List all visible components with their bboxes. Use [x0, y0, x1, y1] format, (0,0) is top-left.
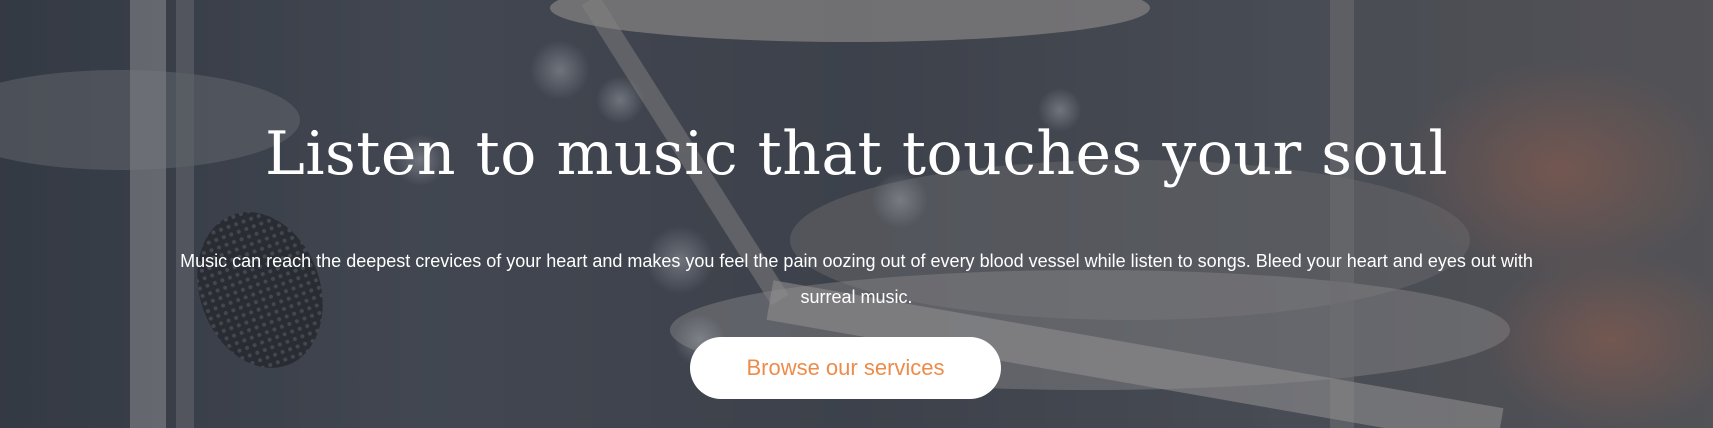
hero-content: Listen to music that touches your soul M… — [0, 0, 1713, 428]
hero-banner: Listen to music that touches your soul M… — [0, 0, 1713, 428]
browse-services-button[interactable]: Browse our services — [690, 337, 1001, 399]
hero-subtitle: Music can reach the deepest crevices of … — [180, 251, 1533, 307]
hero-title: Listen to music that touches your soul — [264, 119, 1449, 189]
